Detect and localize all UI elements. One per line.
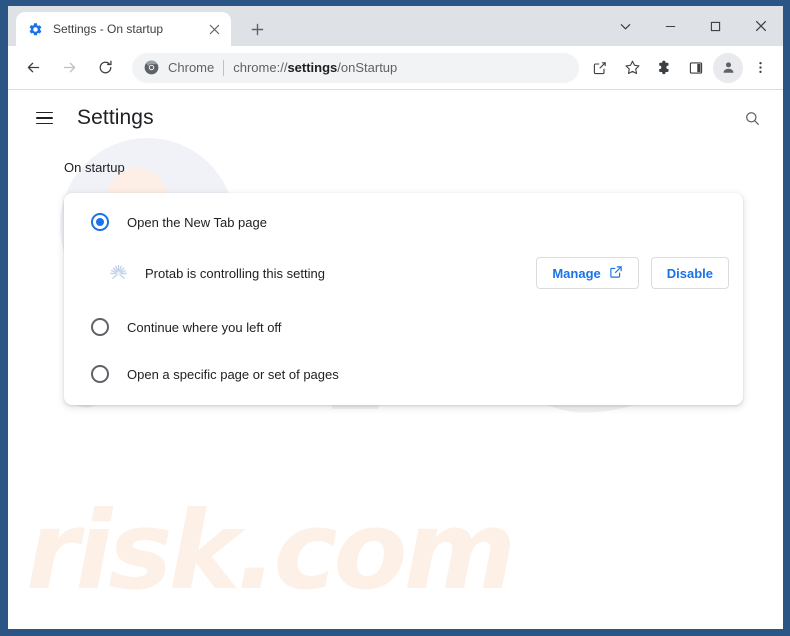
extension-control-notice: Protab is controlling this setting Manag… bbox=[64, 243, 743, 303]
radio-option-new-tab-page[interactable]: Open the New Tab page bbox=[64, 193, 743, 243]
radio-button-specific-page[interactable] bbox=[91, 365, 109, 383]
on-startup-card: Open the New Tab page Protab is controll… bbox=[64, 193, 743, 405]
browser-window-inner: Settings - On startup Chrome chrome://se… bbox=[8, 6, 783, 629]
browser-toolbar: Chrome chrome://settings/onStartup bbox=[8, 46, 783, 90]
tab-strip: Settings - On startup bbox=[8, 6, 783, 46]
hamburger-line bbox=[35, 122, 53, 125]
share-icon[interactable] bbox=[585, 53, 615, 83]
radio-label: Open a specific page or set of pages bbox=[127, 366, 339, 382]
toolbar-right-icons bbox=[585, 52, 777, 83]
open-in-new-icon bbox=[609, 265, 623, 282]
forward-icon bbox=[54, 53, 84, 83]
radio-label: Open the New Tab page bbox=[127, 214, 267, 230]
section-label: On startup bbox=[64, 160, 125, 175]
extensions-puzzle-icon[interactable] bbox=[649, 53, 679, 83]
omnibox-scheme-label: Chrome bbox=[168, 60, 215, 75]
disable-button-label: Disable bbox=[666, 265, 713, 281]
search-icon[interactable] bbox=[735, 101, 769, 135]
hamburger-line bbox=[35, 111, 53, 114]
extension-action-buttons: Manage Disable bbox=[536, 257, 729, 289]
gear-icon bbox=[27, 21, 43, 37]
settings-page: PC risk.com Settings On startup bbox=[8, 90, 783, 628]
radio-button-continue-where-left-off[interactable] bbox=[91, 318, 109, 336]
page-title: Settings bbox=[77, 106, 154, 129]
manage-button[interactable]: Manage bbox=[536, 257, 639, 289]
chevron-down-icon[interactable] bbox=[603, 6, 648, 46]
more-menu-icon[interactable] bbox=[745, 53, 775, 83]
omnibox-divider bbox=[223, 59, 225, 76]
hamburger-line bbox=[35, 117, 53, 119]
hamburger-icon[interactable] bbox=[28, 102, 60, 134]
omnibox-url: chrome://settings/onStartup bbox=[233, 60, 397, 75]
radio-label: Continue where you left off bbox=[127, 319, 282, 335]
watermark-risk-text: risk.com bbox=[26, 489, 516, 614]
url-prefix: chrome:// bbox=[233, 60, 288, 75]
radio-option-continue-where-left-off[interactable]: Continue where you left off bbox=[64, 303, 743, 351]
url-bold-part: settings bbox=[287, 60, 338, 75]
radio-button-new-tab-page[interactable] bbox=[91, 213, 109, 231]
maximize-icon[interactable] bbox=[693, 6, 738, 46]
browser-window: Settings - On startup Chrome chrome://se… bbox=[0, 0, 790, 636]
address-bar[interactable]: Chrome chrome://settings/onStartup bbox=[132, 52, 579, 83]
disable-button[interactable]: Disable bbox=[650, 257, 729, 289]
url-suffix: /onStartup bbox=[337, 60, 398, 75]
browser-tab-settings[interactable]: Settings - On startup bbox=[16, 12, 231, 46]
profile-avatar-icon[interactable] bbox=[713, 52, 743, 83]
reload-icon[interactable] bbox=[90, 53, 120, 83]
radio-option-specific-page[interactable]: Open a specific page or set of pages bbox=[64, 351, 743, 405]
chrome-logo-icon bbox=[142, 59, 160, 77]
close-window-icon[interactable] bbox=[738, 6, 783, 46]
extension-notice-text: Protab is controlling this setting bbox=[145, 265, 325, 281]
bookmark-star-icon[interactable] bbox=[617, 53, 647, 83]
manage-button-label: Manage bbox=[552, 265, 601, 281]
new-tab-button[interactable] bbox=[243, 15, 271, 43]
side-panel-icon[interactable] bbox=[681, 53, 711, 83]
protab-extension-icon bbox=[108, 263, 129, 284]
minimize-icon[interactable] bbox=[648, 6, 693, 46]
close-icon[interactable] bbox=[205, 20, 223, 38]
tab-title: Settings - On startup bbox=[53, 22, 164, 36]
settings-header: Settings bbox=[8, 90, 783, 146]
back-icon[interactable] bbox=[18, 53, 48, 83]
window-controls bbox=[603, 6, 783, 46]
